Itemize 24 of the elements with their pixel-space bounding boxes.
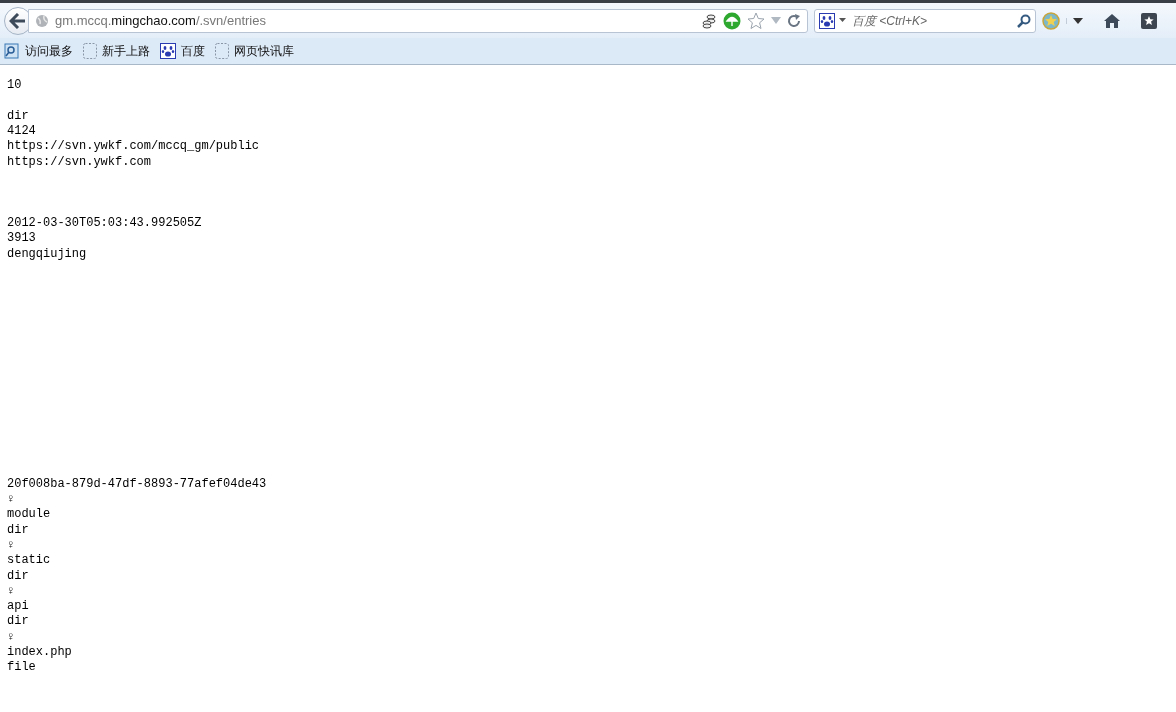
page-search-icon	[4, 43, 20, 59]
caret-icon[interactable]	[1066, 17, 1083, 24]
bookmark-link[interactable]: 百度	[158, 41, 207, 61]
coins-icon[interactable]	[701, 12, 717, 29]
paw-icon[interactable]	[819, 12, 835, 29]
bookmark-link[interactable]: 新手上路	[81, 41, 152, 61]
home-icon[interactable]	[1103, 12, 1121, 29]
back-arrow-icon	[9, 12, 27, 29]
reload-icon[interactable]	[787, 13, 801, 28]
star-icon[interactable]	[747, 11, 765, 30]
umbrella-icon[interactable]	[723, 11, 741, 30]
search-field[interactable]: 百度 <Ctrl+K>	[850, 12, 1013, 29]
globe-icon	[35, 13, 49, 28]
search-icon[interactable]	[1017, 13, 1031, 28]
search-bar[interactable]: 百度 <Ctrl+K>	[814, 8, 1036, 33]
page-text: 10 dir 4124 https://svn.ywkf.com/mccq_gm/public https://svn.ywkf.com 2012-03-30T05:03:43.992505Z 3913 dengqiujing 20f008ba-879d-47df-8893-77afef04de43 ♀ module dir ♀ static dir ♀ api dir ♀ index.php file	[7, 78, 267, 676]
blank-page-icon	[83, 43, 97, 59]
paw-icon	[160, 43, 176, 59]
bookmark-link[interactable]: 访问最多	[2, 41, 75, 61]
url-field[interactable]: gm.mccq.mingchao.com/.svn/entries	[28, 8, 808, 33]
bookmarks-star-icon[interactable]	[1141, 12, 1157, 29]
bookmark-link[interactable]: 网页快讯库	[213, 41, 296, 61]
caret-icon[interactable]	[839, 18, 846, 23]
blank-page-icon	[215, 43, 229, 59]
